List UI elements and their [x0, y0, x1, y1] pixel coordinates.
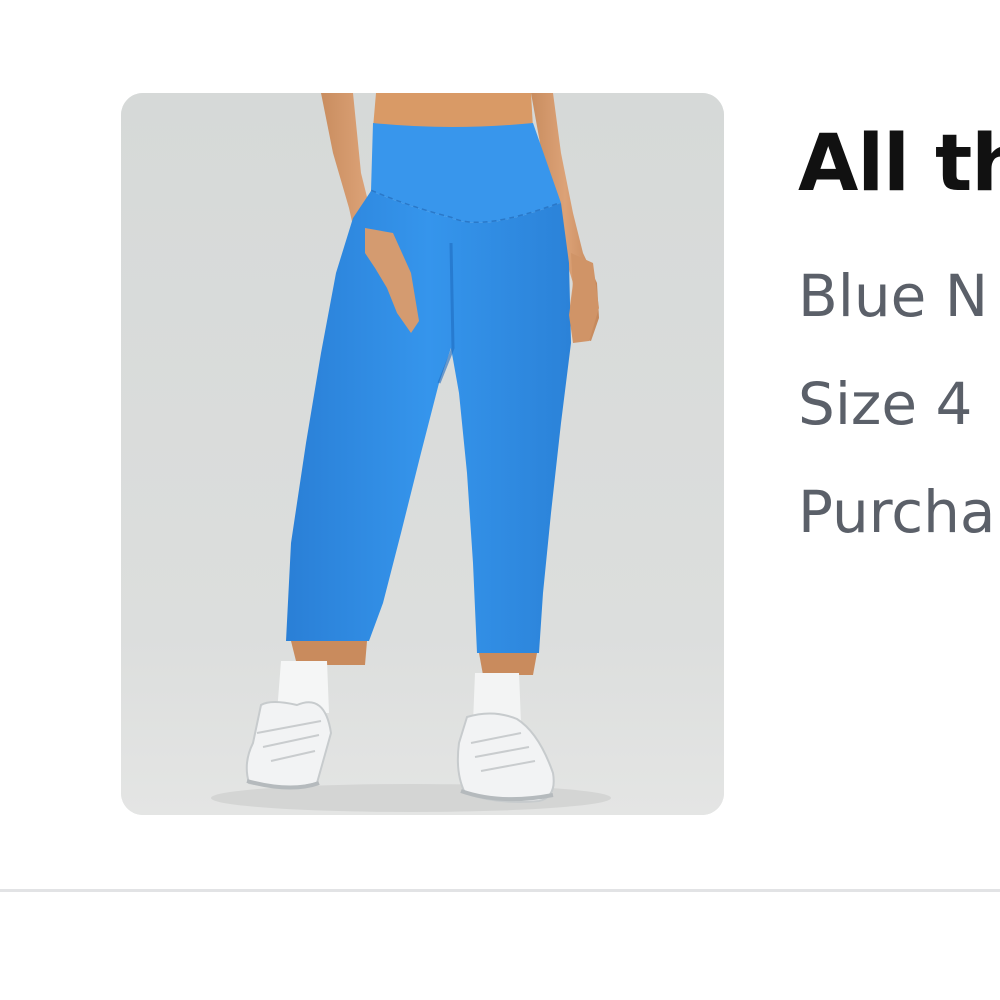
product-size: Size 4	[798, 370, 973, 438]
product-color: Blue N	[798, 262, 989, 330]
product-details: All th Blue N Size 4 Purcha	[798, 112, 1000, 566]
product-title[interactable]: All th	[798, 112, 1000, 216]
product-card[interactable]: All th Blue N Size 4 Purcha	[0, 0, 1000, 890]
section-divider	[0, 889, 1000, 892]
product-photo-leggings	[121, 93, 724, 815]
product-image[interactable]	[121, 93, 724, 815]
product-purchase-info: Purcha	[798, 478, 996, 546]
order-item-screen: All th Blue N Size 4 Purcha	[0, 0, 1000, 1000]
